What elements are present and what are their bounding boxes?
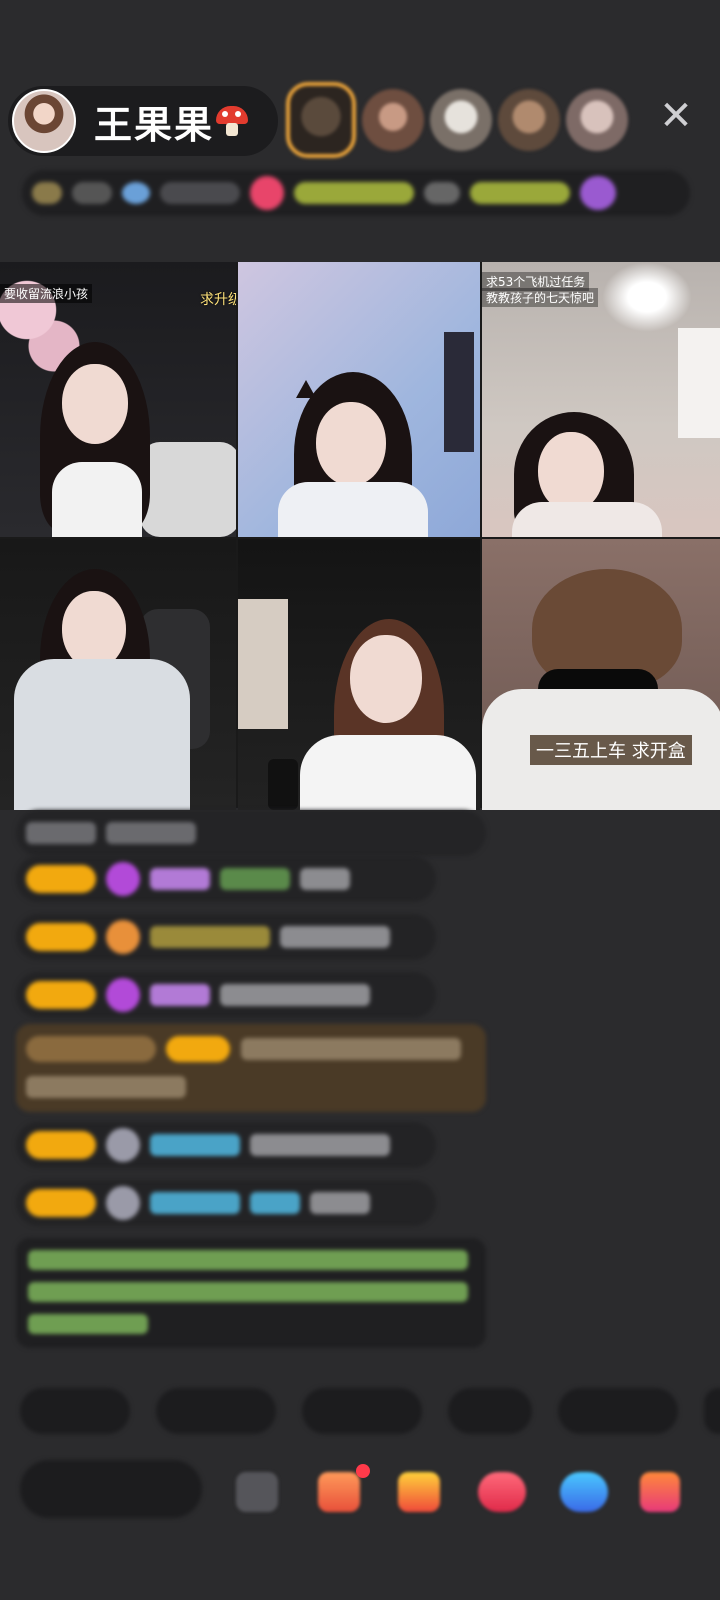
host-name: 王果果	[94, 102, 215, 147]
video-tile-1[interactable]: 要收留流浪小孩 求升级	[0, 262, 236, 537]
level-badge	[26, 923, 96, 951]
system-notice	[16, 1238, 486, 1348]
chat-message	[16, 1180, 436, 1226]
host-avatar[interactable]	[12, 89, 76, 153]
emoji-icon[interactable]	[236, 1472, 278, 1512]
comment-input[interactable]	[20, 1460, 202, 1518]
level-badge	[26, 1131, 96, 1159]
video-tile-6[interactable]: 一三五上车 求开盒	[482, 539, 720, 810]
ring-light	[602, 262, 692, 332]
microphone	[268, 759, 298, 810]
top-viewers-list[interactable]	[286, 82, 628, 158]
quick-chip[interactable]	[20, 1388, 130, 1434]
video-tile-3[interactable]: 求53个飞机过任务 教教孩子的七天惊吧	[482, 262, 720, 537]
lamp	[444, 332, 474, 452]
chat-message	[16, 810, 486, 856]
tile-caption: 一三五上车 求开盒	[530, 735, 692, 765]
level-badge	[26, 865, 96, 893]
ticker-item	[580, 176, 616, 210]
ticker-item	[470, 182, 570, 204]
video-tile-2[interactable]	[238, 262, 480, 537]
quick-reply-chips	[20, 1388, 720, 1434]
viewer-avatar[interactable]	[430, 89, 492, 151]
ticker-item	[160, 182, 240, 204]
treasure-icon[interactable]	[398, 1472, 440, 1512]
chat-message	[16, 914, 436, 960]
lucky-icon[interactable]	[478, 1472, 526, 1512]
tile-caption: 要收留流浪小孩	[0, 284, 93, 303]
chat-message	[16, 972, 436, 1018]
quick-chip[interactable]	[704, 1388, 720, 1434]
viewer-avatar[interactable]	[362, 89, 424, 151]
quick-chip[interactable]	[302, 1388, 422, 1434]
video-tile-5[interactable]	[238, 539, 480, 810]
ticker-item	[424, 182, 460, 204]
viewer-avatar[interactable]	[498, 89, 560, 151]
host-info-pill[interactable]: 王果果	[8, 86, 278, 156]
level-badge	[26, 1189, 96, 1217]
chat-message-highlight	[16, 1024, 486, 1112]
ticker-item	[72, 182, 112, 204]
ticker-item	[32, 182, 62, 204]
chat-message	[16, 1122, 436, 1168]
share-icon[interactable]	[560, 1472, 608, 1512]
quick-chip[interactable]	[156, 1388, 276, 1434]
tile-caption: 教教孩子的七天惊吧	[482, 288, 599, 307]
level-badge	[26, 981, 96, 1009]
info-ticker-bar[interactable]	[22, 170, 690, 216]
ticker-item	[250, 176, 284, 210]
drawer-cabinet	[678, 328, 720, 438]
gift-box-icon[interactable]	[318, 1472, 360, 1512]
video-grid: 要收留流浪小孩 求升级 求53个飞机过任务 教教孩子的七天惊吧 一三五上车 求开…	[0, 262, 720, 810]
close-icon[interactable]: ✕	[656, 96, 696, 136]
mushroom-icon	[216, 106, 249, 136]
bottom-action-bar	[20, 1460, 720, 1520]
shelf	[238, 599, 288, 729]
gift-icon[interactable]	[640, 1472, 680, 1512]
quick-chip[interactable]	[448, 1388, 532, 1434]
chair	[140, 442, 236, 537]
viewer-avatar-top[interactable]	[286, 82, 356, 158]
tile-caption: 求升级	[200, 292, 236, 308]
viewer-avatar[interactable]	[566, 89, 628, 151]
ticker-item	[294, 182, 414, 204]
quick-chip[interactable]	[558, 1388, 678, 1434]
ticker-item	[122, 182, 150, 204]
video-tile-4[interactable]	[0, 539, 236, 810]
notification-dot	[356, 1464, 370, 1478]
chat-message	[16, 856, 436, 902]
